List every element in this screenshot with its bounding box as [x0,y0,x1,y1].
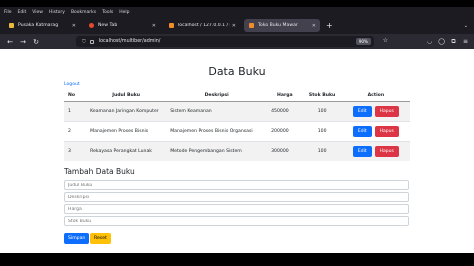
reload-icon[interactable]: ↻ [33,38,39,46]
cell-action: Edit Hapus [341,141,410,161]
shield-icon[interactable]: ⛉ [82,39,86,45]
cell-deskripsi: Manajemen Proses Bisnis Organsasi [166,121,268,142]
menu-bar: File Edit View History Bookmarks Tools H… [0,7,474,17]
menu-file[interactable]: File [4,10,12,15]
tab-strip: Pusaka Katmarag ✕ New Tab ✕ localhost / … [0,17,474,34]
browser-tab-title: Pusaka Katmarag [18,23,59,28]
delete-button[interactable]: Hapus [374,126,399,137]
back-arrow-icon[interactable]: ← [7,38,13,46]
page-info-icon[interactable] [89,39,94,44]
menu-view[interactable]: View [32,10,43,15]
menu-tools[interactable]: Tools [102,10,113,15]
firefox-icon [89,23,94,28]
cell-deskripsi: Metode Pengembangan Sistem [166,141,268,161]
screen: File Edit View History Bookmarks Tools H… [0,0,474,266]
cell-action: Edit Hapus [341,121,410,142]
phpmyadmin-icon [169,23,174,28]
cell-stok: 100 [302,141,342,161]
edit-button[interactable]: Edit [352,106,372,117]
toolbar-right: ◡ ◯ ⧉ ≡ [422,37,470,46]
table-row: 2 Manajemen Proses Bisnis Manajemen Pros… [64,121,410,142]
books-table: No Judul Buku Deskripsi Harga Stok Buku … [64,89,410,161]
navigation-bar: ← → ↻ ⛉ localhost/multiber/admin/ 90% ☆ … [0,34,474,49]
stok-buku-input[interactable] [64,216,409,226]
bookmark-star-icon[interactable]: ☆ [383,37,388,44]
browser-tab-title: localhost / 127.0.0.1 / multiber [178,23,230,28]
cell-deskripsi: Sistem Keamanan [166,101,268,122]
menu-bookmarks[interactable]: Bookmarks [71,10,96,15]
menu-hamburger-icon[interactable]: ≡ [461,37,470,46]
header-action: Action [341,89,410,102]
cell-harga: 200000 [267,121,303,142]
pocket-icon[interactable]: ◡ [425,37,434,46]
close-icon[interactable]: ✕ [72,23,76,29]
cell-harga: 450000 [267,101,303,122]
menu-history[interactable]: History [49,10,65,15]
delete-button[interactable]: Hapus [374,146,399,157]
menu-edit[interactable]: Edit [18,10,27,15]
cell-judul: Keamanan Jaringan Komputer [86,101,167,122]
tab-favicon-icon [9,23,14,28]
browser-tab-title: New Tab [98,23,118,28]
url-text[interactable]: localhost/multiber/admin/ [99,39,161,44]
cell-judul: Manajemen Proses Bisnis [86,121,167,142]
extensions-icon[interactable]: ⧉ [449,37,458,46]
header-harga: Harga [267,89,303,102]
page-title: Data Buku [208,65,266,78]
browser-tab-phpmyadmin[interactable]: localhost / 127.0.0.1 / multiber ✕ [164,19,240,32]
address-bar[interactable]: ⛉ localhost/multiber/admin/ 90% ☆ [76,36,388,47]
browser-tab-toko-buku[interactable]: Toko Buku Mawar ✕ [244,19,320,32]
browser-tab-pusaka[interactable]: Pusaka Katmarag ✕ [4,19,80,32]
page-content: Data Buku Logout No Judul Buku Deskripsi… [0,49,474,253]
header-stok: Stok Buku [302,89,342,102]
logout-link[interactable]: Logout [64,82,80,87]
judul-buku-input[interactable] [64,180,409,190]
header-no: No [64,89,87,102]
table-header-row: No Judul Buku Deskripsi Harga Stok Buku … [64,89,410,102]
page-favicon-icon [249,23,254,28]
table-row: 3 Rekayasa Perangkat Lunak Metode Pengem… [64,141,410,161]
forward-arrow-icon[interactable]: → [20,38,26,46]
new-tab-button[interactable]: + [326,21,333,30]
account-icon[interactable]: ◯ [437,37,446,46]
harga-input[interactable] [64,204,409,214]
table-row: 1 Keamanan Jaringan Komputer Sistem Keam… [64,101,410,122]
browser-tab-newtab[interactable]: New Tab ✕ [84,19,160,32]
delete-button[interactable]: Hapus [374,106,399,117]
browser-tab-title: Toko Buku Mawar [258,23,298,28]
close-icon[interactable]: ✕ [232,23,236,29]
reset-button[interactable]: Reset [90,233,111,244]
edit-button[interactable]: Edit [352,146,372,157]
header-deskripsi: Deskripsi [166,89,268,102]
close-icon[interactable]: ✕ [152,23,156,29]
cell-no: 2 [64,121,87,142]
cell-judul: Rekayasa Perangkat Lunak [86,141,167,161]
cell-no: 3 [64,141,87,161]
cell-stok: 100 [302,121,342,142]
simpan-button[interactable]: Simpan [64,233,90,244]
menu-help[interactable]: Help [119,10,129,15]
form-title: Tambah Data Buku [64,167,135,176]
deskripsi-input[interactable] [64,192,409,202]
zoom-level-badge[interactable]: 90% [355,38,371,45]
cell-stok: 100 [302,101,342,122]
cell-harga: 300000 [267,141,303,161]
list-tabs-icon[interactable]: ⌄ [464,23,468,29]
edit-button[interactable]: Edit [352,126,372,137]
close-icon[interactable]: ✕ [312,23,316,29]
cell-action: Edit Hapus [341,101,410,122]
cell-no: 1 [64,101,87,122]
header-judul: Judul Buku [86,89,167,102]
